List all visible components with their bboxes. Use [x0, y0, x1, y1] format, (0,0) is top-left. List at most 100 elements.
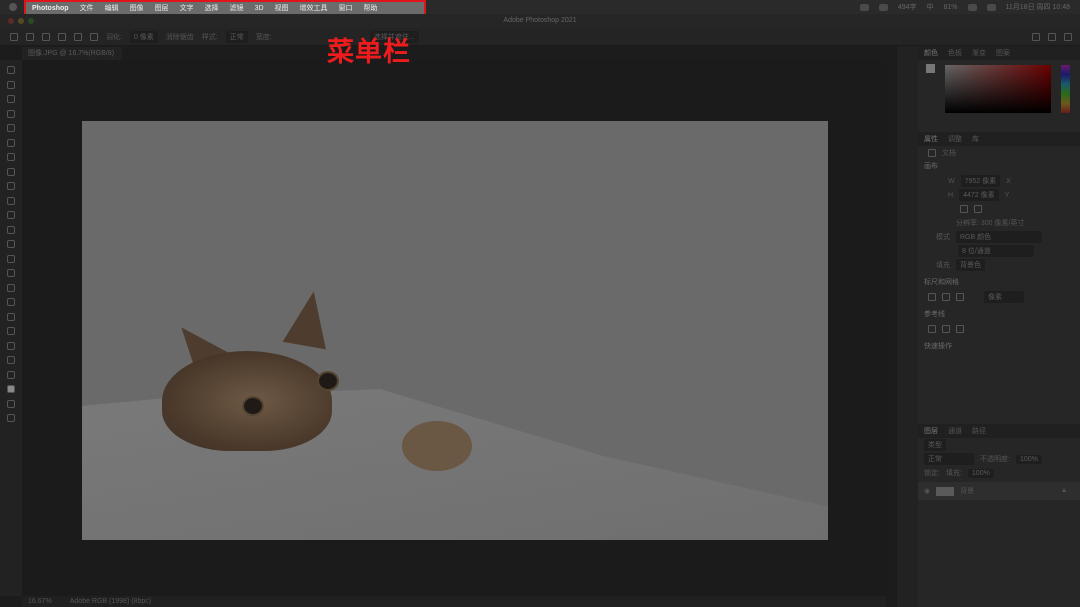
- rectangle-tool-icon[interactable]: [7, 327, 15, 335]
- layer-row[interactable]: ◉ 背景 🔒︎: [918, 482, 1080, 500]
- menu-window[interactable]: 窗口: [339, 3, 353, 13]
- zoom-level[interactable]: 16.67%: [28, 596, 52, 607]
- crop-tool-icon[interactable]: [7, 124, 15, 132]
- guides-section-title[interactable]: 参考线: [918, 308, 1080, 322]
- menu-plugins[interactable]: 增效工具: [300, 3, 328, 13]
- pixel-grid-icon[interactable]: [956, 293, 964, 301]
- guide-layout-icon[interactable]: [956, 325, 964, 333]
- minimize-button[interactable]: [18, 18, 24, 24]
- tab-adjustments[interactable]: 调整: [948, 134, 962, 144]
- menu-select[interactable]: 选择: [205, 3, 219, 13]
- color-field[interactable]: [945, 65, 1051, 113]
- foreground-color-swatch[interactable]: [7, 385, 15, 393]
- tab-color[interactable]: 颜色: [924, 48, 938, 58]
- lasso-tool-icon[interactable]: [7, 95, 15, 103]
- tab-patterns[interactable]: 图案: [996, 48, 1010, 58]
- healing-tool-icon[interactable]: [7, 167, 15, 176]
- quick-mask-icon[interactable]: [7, 399, 15, 408]
- guide-icon[interactable]: [928, 325, 936, 333]
- tab-swatches[interactable]: 色板: [948, 48, 962, 58]
- zoom-tool-icon[interactable]: [7, 356, 15, 364]
- tab-paths[interactable]: 路径: [972, 426, 986, 436]
- height-field[interactable]: 4472 像素: [959, 189, 999, 201]
- foreground-swatch[interactable]: [926, 64, 935, 73]
- path-select-tool-icon[interactable]: [7, 312, 15, 321]
- collapsed-panel-dock[interactable]: [896, 46, 918, 607]
- document-image[interactable]: [82, 121, 828, 540]
- fill-select[interactable]: 背景色: [956, 259, 985, 271]
- menu-3d[interactable]: 3D: [255, 5, 264, 12]
- ime-indicator[interactable]: 中: [927, 2, 934, 12]
- history-brush-tool-icon[interactable]: [7, 211, 15, 219]
- apple-icon[interactable]: [9, 3, 17, 11]
- portrait-icon[interactable]: [960, 205, 968, 213]
- tab-channels[interactable]: 通道: [948, 426, 962, 436]
- opacity-field[interactable]: 100%: [1015, 454, 1042, 464]
- menu-view[interactable]: 视图: [275, 3, 289, 13]
- subtract-selection-icon[interactable]: [74, 32, 82, 41]
- wechat-icon[interactable]: [859, 3, 869, 11]
- menu-edit[interactable]: 编辑: [105, 3, 119, 13]
- antialias-checkbox[interactable]: 消除锯齿: [166, 32, 194, 42]
- new-selection-icon[interactable]: [42, 32, 50, 41]
- brush-tool-icon[interactable]: [7, 182, 15, 190]
- frame-tool-icon[interactable]: [7, 138, 15, 147]
- add-selection-icon[interactable]: [58, 32, 66, 41]
- home-icon[interactable]: [10, 32, 18, 41]
- wifi-icon[interactable]: [967, 3, 977, 11]
- quick-actions-title[interactable]: 快速操作: [918, 340, 1080, 354]
- depth-select[interactable]: 8 位/通道: [958, 245, 1034, 257]
- battery-text[interactable]: 81%: [944, 4, 958, 11]
- landscape-icon[interactable]: [974, 205, 982, 213]
- marquee-tool-icon[interactable]: [26, 32, 34, 41]
- more-tools-icon[interactable]: [7, 370, 15, 379]
- clock[interactable]: 11月18日 周四 10:48: [1006, 2, 1070, 12]
- layer-filter[interactable]: 类型: [924, 439, 946, 451]
- zoom-button[interactable]: [28, 18, 34, 24]
- blur-tool-icon[interactable]: [7, 254, 15, 263]
- menu-file[interactable]: 文件: [80, 3, 94, 13]
- marquee-tool-icon[interactable]: [7, 80, 15, 89]
- dodge-tool-icon[interactable]: [7, 269, 15, 277]
- width-field[interactable]: 7952 像素: [960, 175, 1001, 187]
- eraser-tool-icon[interactable]: [7, 225, 15, 234]
- blend-mode-select[interactable]: 正常: [924, 453, 974, 465]
- menu-image[interactable]: 图像: [130, 3, 144, 13]
- menu-help[interactable]: 帮助: [364, 3, 378, 13]
- layer-name[interactable]: 背景: [960, 486, 974, 496]
- hue-slider[interactable]: [1061, 65, 1070, 113]
- eye-icon[interactable]: ◉: [924, 487, 930, 495]
- magic-wand-tool-icon[interactable]: [7, 109, 15, 118]
- search-icon[interactable]: [1032, 32, 1040, 41]
- eyedropper-tool-icon[interactable]: [7, 153, 15, 161]
- close-button[interactable]: [8, 18, 14, 24]
- grid-icon[interactable]: [942, 293, 950, 301]
- tab-gradients[interactable]: 渐变: [972, 48, 986, 58]
- workspace-icon[interactable]: [1048, 32, 1056, 41]
- pen-tool-icon[interactable]: [7, 283, 15, 292]
- tab-properties[interactable]: 属性: [924, 134, 938, 144]
- move-tool-icon[interactable]: [7, 66, 15, 74]
- share-icon[interactable]: [1064, 32, 1072, 41]
- mode-select[interactable]: RGB 颜色: [956, 231, 1042, 243]
- type-tool-icon[interactable]: [7, 298, 15, 306]
- canvas-section-title[interactable]: 画布: [918, 160, 1080, 174]
- hand-tool-icon[interactable]: [7, 341, 15, 350]
- screen-mode-icon[interactable]: [7, 414, 15, 422]
- smart-guide-icon[interactable]: [942, 325, 950, 333]
- menu-photoshop[interactable]: Photoshop: [32, 5, 69, 12]
- document-tab[interactable]: 图像.JPG @ 16.7%(RGB/8): [22, 47, 122, 60]
- menu-filter[interactable]: 滤镜: [230, 3, 244, 13]
- search-icon[interactable]: [986, 3, 996, 11]
- gradient-tool-icon[interactable]: [7, 240, 15, 248]
- style-select[interactable]: 正常: [225, 30, 248, 43]
- rulers-section-title[interactable]: 标尺和网格: [918, 276, 1080, 290]
- tab-layers[interactable]: 图层: [924, 426, 938, 436]
- app-icon[interactable]: [878, 3, 888, 11]
- fill-field[interactable]: 100%: [967, 468, 994, 478]
- intersect-selection-icon[interactable]: [90, 32, 98, 41]
- stamp-tool-icon[interactable]: [7, 196, 15, 205]
- menu-layer[interactable]: 图层: [155, 3, 169, 13]
- tab-libraries[interactable]: 库: [972, 134, 979, 144]
- unit-select[interactable]: 像素: [984, 291, 1024, 303]
